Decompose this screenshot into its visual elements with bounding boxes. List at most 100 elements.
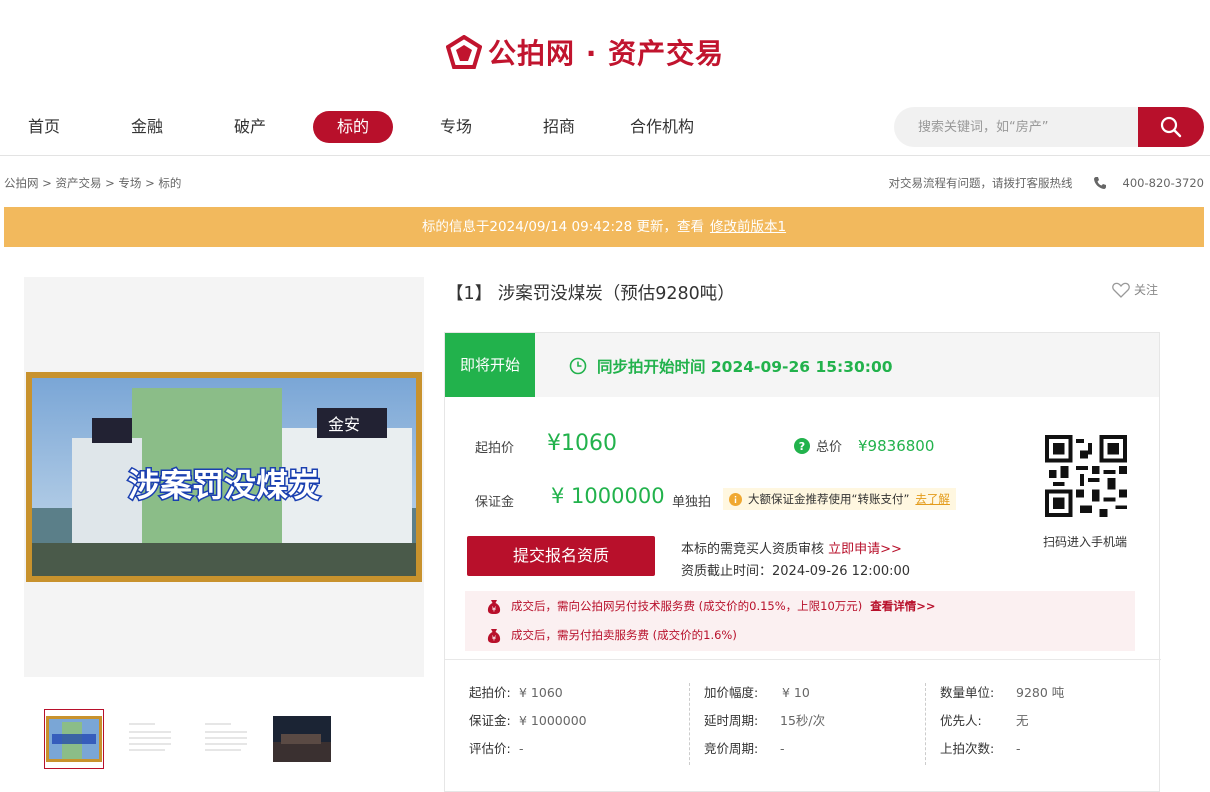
notice-link[interactable]: 修改前版本1	[710, 219, 786, 235]
attr-column: 加价幅度: ¥ 10 延时周期: 15秒/次 竞价周期: -	[704, 683, 825, 767]
follow-label: 关注	[1134, 283, 1159, 297]
follow-button[interactable]: 关注	[1112, 281, 1158, 298]
single-pay-label: 单独拍	[672, 495, 712, 510]
attr-key: 起拍价:	[469, 685, 511, 700]
attr-value: ¥ 1060	[519, 685, 563, 700]
lot-title: 【1】 涉案罚没煤炭（预估9280吨）	[446, 284, 735, 304]
attr-key: 保证金:	[469, 713, 511, 728]
attr-value: ¥ 1000000	[519, 713, 587, 728]
logo-icon	[446, 35, 482, 69]
thumbnail[interactable]	[120, 709, 180, 769]
attr-key: 加价幅度:	[704, 685, 759, 700]
divider	[445, 659, 1161, 660]
nav-item-home[interactable]: 首页	[28, 111, 60, 143]
nav-item-bankruptcy[interactable]: 破产	[234, 111, 266, 143]
submit-qualification-button[interactable]: 提交报名资质	[467, 536, 655, 576]
deposit-label: 保证金	[475, 495, 515, 510]
deadline-text: 资质截止时间：2024-09-26 12:00:00	[681, 564, 911, 579]
hotline-text: 对交易流程有问题，请拨打客服热线	[888, 176, 1073, 190]
attr-key: 评估价:	[469, 741, 511, 756]
column-separator	[925, 683, 926, 765]
crumb-sep: >	[145, 176, 155, 190]
attr-key: 数量单位:	[940, 685, 995, 700]
crumb-sep: >	[42, 176, 52, 190]
total-price-group: ? 总价 ¥9836800	[794, 436, 934, 455]
svg-text:¥: ¥	[492, 634, 497, 642]
start-time-text: 同步拍开始时间 2024-09-26 15:30:00	[597, 358, 893, 376]
heart-icon	[1112, 282, 1130, 298]
money-bag-icon: ¥	[487, 628, 501, 643]
ship-photo: 金安 涉案罚没煤炭	[32, 378, 416, 576]
nav-item-finance[interactable]: 金融	[131, 111, 163, 143]
thumbnail[interactable]	[196, 709, 256, 769]
crumb-lot: 标的	[158, 176, 182, 190]
header: 公拍网 · 资产交易	[0, 0, 1210, 100]
review-text: 本标的需竞买人资质审核	[681, 542, 825, 557]
tip-text: 大额保证金推荐使用“转账支付”	[748, 492, 910, 506]
column-separator	[689, 683, 690, 765]
crumb-special[interactable]: 专场	[118, 176, 141, 190]
thumbnail[interactable]	[272, 709, 332, 769]
crumb-sep: >	[105, 176, 115, 190]
search-input[interactable]	[894, 107, 1138, 147]
hotline: 对交易流程有问题，请拨打客服热线 400-820-3720	[889, 175, 1204, 191]
attr-value: -	[780, 741, 785, 756]
thumbnail-strip	[44, 709, 332, 769]
attr-key: 上拍次数:	[940, 741, 995, 756]
fee-details-link[interactable]: 查看详情>>	[870, 599, 935, 613]
gallery-main[interactable]: 金安 涉案罚没煤炭	[24, 277, 424, 677]
nav-item-lots[interactable]: 标的	[313, 111, 393, 143]
fee2-text: 成交后，需另付拍卖服务费 (成交价的1.6%)	[511, 628, 737, 642]
attr-value: -	[1016, 741, 1021, 756]
attr-column: 数量单位: 9280 吨 优先人: 无 上拍次数: -	[940, 683, 1064, 767]
question-icon[interactable]: ?	[794, 437, 810, 454]
ship-sign: 金安	[328, 415, 360, 434]
apply-link[interactable]: 立即申请>>	[828, 542, 902, 557]
notice-text: 标的信息于2024/09/14 09:42:28 更新，查看	[421, 219, 704, 235]
start-price-label: 起拍价	[475, 441, 515, 456]
total-price: ¥9836800	[858, 436, 935, 455]
attr-row: 竞价周期: -	[704, 739, 825, 767]
attr-row: 起拍价: ¥ 1060	[469, 683, 587, 711]
attr-key: 竞价周期:	[704, 741, 759, 756]
tip-link[interactable]: 去了解	[915, 491, 950, 507]
nav-item-partners[interactable]: 合作机构	[630, 111, 694, 143]
status-row: 即将开始 同步拍开始时间 2024-09-26 15:30:00	[445, 333, 1159, 397]
deposit-value: ¥ 1000000	[551, 484, 665, 508]
info-icon	[729, 492, 742, 506]
main-photo: 金安 涉案罚没煤炭	[26, 372, 422, 582]
fee-row: ¥ 成交后，需向公拍网另付技术服务费 (成交价的0.15%，上限10万元) 查看详…	[487, 598, 936, 614]
start-price: ¥1060	[547, 431, 617, 456]
svg-text:¥: ¥	[492, 605, 497, 613]
total-price-label: 总价	[816, 440, 843, 455]
thumbnail[interactable]	[44, 709, 104, 769]
search-icon	[1160, 116, 1182, 138]
site-logo[interactable]: 公拍网 · 资产交易	[446, 32, 724, 72]
breadcrumb: 公拍网 > 资产交易 > 专场 > 标的	[4, 175, 181, 191]
qr-label: 扫码进入手机端	[1043, 535, 1128, 549]
crumb-home[interactable]: 公拍网	[4, 176, 39, 190]
search-button[interactable]	[1138, 107, 1204, 147]
review-info: 本标的需竞买人资质审核 立即申请>> 资质截止时间：2024-09-26 12:…	[681, 539, 910, 583]
phone-icon	[1093, 177, 1106, 189]
crumb-asset[interactable]: 资产交易	[55, 176, 101, 190]
start-time: 同步拍开始时间 2024-09-26 15:30:00	[569, 355, 893, 377]
attr-value: 无	[1016, 713, 1029, 728]
hotline-phone: 400-820-3720	[1122, 176, 1204, 190]
attr-column: 起拍价: ¥ 1060 保证金: ¥ 1000000 评估价: -	[469, 683, 587, 767]
fee-notice: ¥ 成交后，需向公拍网另付技术服务费 (成交价的0.15%，上限10万元) 查看详…	[465, 591, 1135, 651]
attr-key: 优先人:	[940, 713, 982, 728]
fee-row: ¥ 成交后，需另付拍卖服务费 (成交价的1.6%)	[487, 627, 737, 643]
nav-item-invest[interactable]: 招商	[543, 111, 575, 143]
attr-row: 保证金: ¥ 1000000	[469, 711, 587, 739]
attr-value: 15秒/次	[780, 713, 826, 728]
photo-caption: 涉案罚没煤炭	[128, 466, 320, 504]
status-badge: 即将开始	[445, 333, 535, 397]
attr-row: 上拍次数: -	[940, 739, 1064, 767]
logo-text: 公拍网 · 资产交易	[488, 37, 725, 70]
attr-row: 加价幅度: ¥ 10	[704, 683, 825, 711]
breadcrumb-bar: 公拍网 > 资产交易 > 专场 > 标的 对交易流程有问题，请拨打客服热线 40…	[0, 157, 1210, 207]
nav-item-special[interactable]: 专场	[440, 111, 472, 143]
attr-value: -	[519, 741, 524, 756]
auction-panel: 即将开始 同步拍开始时间 2024-09-26 15:30:00 起拍价 ¥10…	[444, 332, 1161, 792]
